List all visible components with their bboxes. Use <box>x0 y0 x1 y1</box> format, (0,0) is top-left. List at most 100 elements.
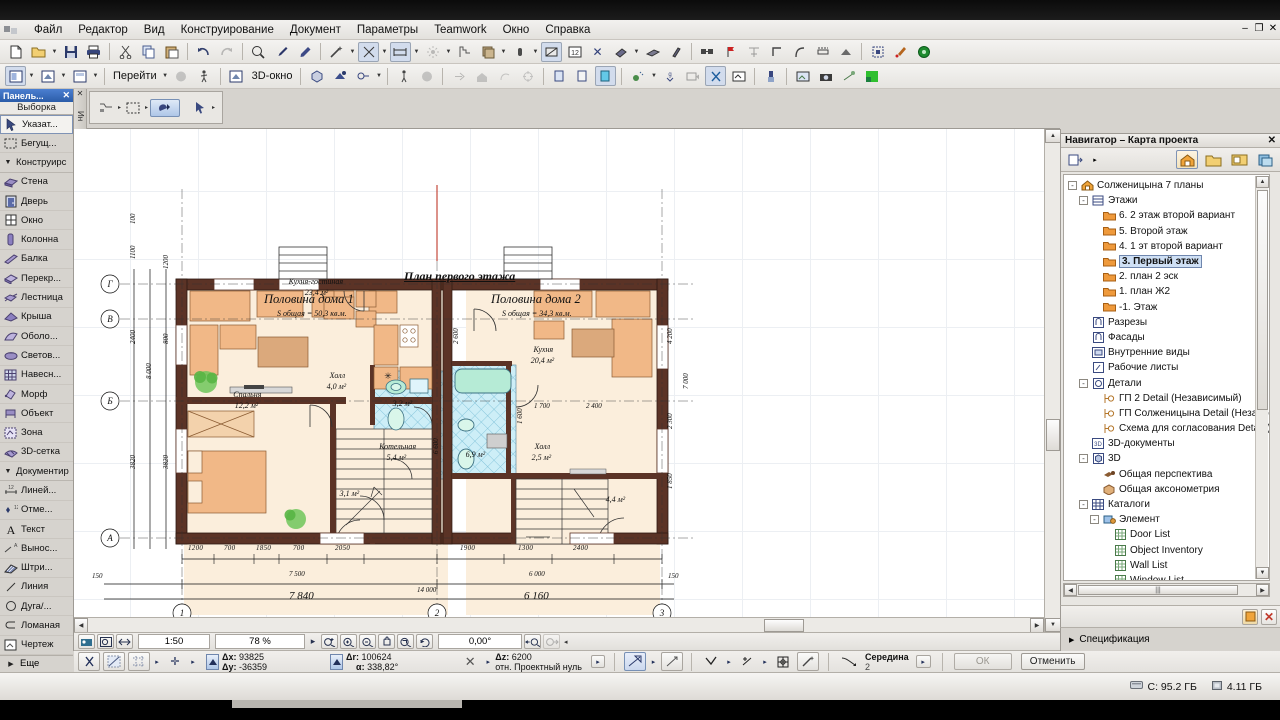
new-icon[interactable] <box>5 42 26 62</box>
snap-point-icon[interactable] <box>700 652 722 671</box>
navigator-close-icon[interactable]: ✕ <box>1268 135 1276 146</box>
copy-icon[interactable] <box>138 42 159 62</box>
tree-node-18[interactable]: -3D <box>1066 451 1269 466</box>
arrow-tool-mode-icon[interactable] <box>96 99 116 117</box>
fit-window-icon[interactable] <box>116 634 133 649</box>
layers-icon[interactable] <box>477 42 498 62</box>
toolbox-item-11[interactable]: Оболо... <box>0 327 73 346</box>
toolbox-item-15[interactable]: Объект <box>0 404 73 423</box>
snap-point-dropdown-icon[interactable]: ▸ <box>725 652 733 671</box>
tree-node-16[interactable]: Схема для согласования Detail (Не <box>1066 421 1269 436</box>
tree-node-12[interactable]: Рабочие листы <box>1066 360 1269 375</box>
pan-icon[interactable] <box>378 634 395 649</box>
next-story-icon[interactable] <box>448 66 469 86</box>
memory-indicator[interactable]: 4.11 ГБ <box>1211 680 1262 694</box>
animation-icon[interactable] <box>838 66 859 86</box>
3d-styles-icon[interactable] <box>728 66 749 86</box>
toolbox-item-26[interactable]: Ломаная <box>0 616 73 635</box>
snap-expand-icon[interactable]: ▸ <box>916 655 931 668</box>
sun-dropdown-icon[interactable]: ▼ <box>649 66 658 86</box>
tree-scroll-right-icon[interactable]: ▶ <box>1256 584 1269 596</box>
toolbox-item-25[interactable]: Дуга/... <box>0 597 73 616</box>
goto-label[interactable]: Перейти <box>109 70 161 82</box>
magnetic-snap-icon[interactable] <box>624 652 646 671</box>
tree-node-11[interactable]: Внутренние виды <box>1066 345 1269 360</box>
axonometry-view-icon[interactable] <box>306 66 327 86</box>
explore-icon[interactable] <box>543 634 560 649</box>
snap-grid-icon[interactable] <box>128 652 150 671</box>
navigator-popup-icon[interactable] <box>1065 150 1087 169</box>
tree-hscroll-thumb[interactable]: ||| <box>1078 585 1238 595</box>
toolbox-item-23[interactable]: Штри... <box>0 559 73 578</box>
mode-dropdown-icon[interactable]: ▸ <box>118 104 121 111</box>
guideline-icon[interactable] <box>103 652 125 671</box>
ok-button[interactable]: ОК <box>954 653 1012 670</box>
hide-icon[interactable]: ✕ <box>587 42 608 62</box>
orient-icon[interactable] <box>78 634 95 649</box>
toolbox-item-24[interactable]: Линия <box>0 578 73 597</box>
toolbox-item-16[interactable]: Зона <box>0 423 73 442</box>
floor-plan-dropdown-icon[interactable]: ▼ <box>27 66 36 86</box>
material-icon[interactable] <box>642 42 663 62</box>
info-box-tab[interactable]: ✕ Ин <box>74 89 87 129</box>
toolbox-item-20[interactable]: 12Отме... <box>0 501 73 520</box>
open-dropdown-icon[interactable]: ▼ <box>50 42 59 62</box>
pointer-dropdown-icon[interactable]: ▸ <box>212 104 215 111</box>
brush-icon[interactable] <box>760 66 781 86</box>
minimize-button[interactable]: – <box>1238 23 1252 36</box>
3d-cutaway-icon[interactable] <box>352 66 373 86</box>
fillet-icon[interactable] <box>789 42 810 62</box>
menu-help[interactable]: Справка <box>537 22 598 38</box>
layout-dropdown-icon[interactable]: ▼ <box>91 66 100 86</box>
snap-midpoint-icon[interactable] <box>838 652 860 671</box>
tree-expander-icon[interactable]: - <box>1079 454 1088 463</box>
fill-dropdown-icon[interactable]: ▼ <box>632 42 641 62</box>
tree-expander-icon[interactable]: - <box>1079 500 1088 509</box>
scroll-up-icon[interactable]: ▲ <box>1045 129 1061 143</box>
tree-expander-icon[interactable]: - <box>1090 515 1099 524</box>
snap-grid-point-icon[interactable] <box>772 652 794 671</box>
measure-icon[interactable] <box>661 652 683 671</box>
layout-icon[interactable] <box>69 66 90 86</box>
project-map-icon[interactable] <box>1176 150 1198 169</box>
tree-scroll-up-icon[interactable]: ▲ <box>1256 176 1269 188</box>
tree-node-8[interactable]: -1. Этаж <box>1066 300 1269 315</box>
menu-teamwork[interactable]: Teamwork <box>426 22 494 38</box>
canvas-horizontal-scrollbar[interactable]: ◀ ▶ <box>74 617 1044 632</box>
eyedropper-icon[interactable] <box>271 42 292 62</box>
section-view-icon[interactable] <box>37 66 58 86</box>
scale-icon[interactable]: 12 <box>564 42 585 62</box>
tree-expander-icon[interactable]: - <box>1068 181 1077 190</box>
toolbox-more[interactable]: ▶ Еще <box>0 655 73 671</box>
dz-values[interactable]: Δz: 6200 отн. Проектный нуль <box>495 652 582 672</box>
publisher-icon[interactable] <box>1254 150 1276 169</box>
explode-dropdown-icon[interactable]: ▼ <box>444 42 453 62</box>
3d-projection-icon[interactable] <box>682 66 703 86</box>
adjust-dropdown-icon[interactable]: ▼ <box>412 42 421 62</box>
walk-through-icon[interactable] <box>393 66 414 86</box>
toolbox-item-6[interactable]: Колонна <box>0 230 73 249</box>
info-box-close-icon[interactable]: ✕ <box>74 89 86 98</box>
toolbox-item-8[interactable]: Перекр... <box>0 269 73 288</box>
toolbox-item-13[interactable]: Навесн... <box>0 366 73 385</box>
snap-perp-icon[interactable] <box>736 652 758 671</box>
scroll-down-icon[interactable]: ▼ <box>1045 618 1061 632</box>
redo-icon[interactable] <box>216 42 237 62</box>
taskbar-window-button[interactable] <box>232 700 462 708</box>
tree-scroll-down-icon[interactable]: ▼ <box>1256 567 1269 579</box>
toolbox-item-7[interactable]: Балка <box>0 250 73 269</box>
tree-node-23[interactable]: Door List <box>1066 527 1269 542</box>
trim-dropdown-icon[interactable]: ▼ <box>380 42 389 62</box>
pointer-info-icon[interactable] <box>190 99 210 117</box>
save-view-icon[interactable] <box>595 66 616 86</box>
magnetic-dropdown-icon[interactable]: ▸ <box>649 652 658 671</box>
globe-icon[interactable] <box>913 42 934 62</box>
paste-icon[interactable] <box>161 42 182 62</box>
tree-node-5[interactable]: 3. Первый этаж <box>1066 254 1269 269</box>
green-cube-icon[interactable] <box>861 66 882 86</box>
profile-icon[interactable] <box>665 42 686 62</box>
zoom-out-icon[interactable] <box>359 634 376 649</box>
marquee-mode-icon[interactable] <box>123 99 143 117</box>
gravity-icon[interactable]: g <box>659 66 680 86</box>
snap-perp-dropdown-icon[interactable]: ▸ <box>761 652 769 671</box>
